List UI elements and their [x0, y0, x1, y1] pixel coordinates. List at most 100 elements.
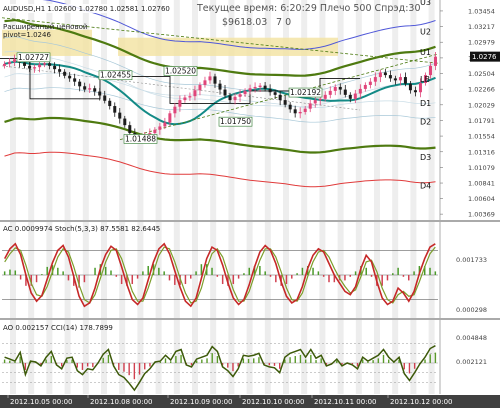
session-bar — [392, 320, 399, 394]
y-tick-label: 1.02504 — [468, 70, 495, 78]
symbol-ohlc-label: AUDUSD,H1 1.02600 1.02780 1.02581 1.0276… — [3, 5, 170, 13]
candle-body — [273, 92, 277, 95]
candle-body — [103, 95, 107, 101]
candle-body — [258, 85, 262, 87]
candle-body — [233, 96, 237, 101]
price-mark-label: 1.01750 — [220, 117, 251, 126]
stoch-title: AC 0.0009974 Stoch(5,3,3) 87.5581 82.644… — [3, 225, 160, 233]
session-bar — [264, 320, 271, 394]
candle-body — [288, 104, 292, 110]
cci-panel[interactable]: AO 0.002157 CCI(14) 178.7899 0.004848 0.0… — [0, 318, 500, 394]
candle-body — [348, 94, 352, 99]
candle-body — [338, 86, 342, 90]
pivot-title: Расширенный ценовой — [3, 23, 87, 31]
session-bar — [283, 222, 289, 318]
candle-body — [93, 88, 97, 92]
y-tick-label: 1.01316 — [468, 148, 495, 156]
session-bar — [28, 222, 35, 318]
candle-body — [48, 63, 52, 66]
candle-body — [188, 96, 192, 98]
candle-body — [33, 67, 37, 69]
session-bar — [410, 222, 417, 318]
candle-body — [318, 98, 322, 101]
session-bar — [10, 222, 16, 318]
session-bar — [264, 222, 271, 318]
candle-body — [128, 125, 132, 134]
session-bar — [210, 320, 217, 394]
last-price-box: 1.0276 — [470, 51, 500, 62]
candle-body — [238, 94, 242, 97]
candle-body — [243, 90, 247, 95]
candle-body — [108, 100, 112, 107]
candle-body — [208, 76, 212, 81]
candle-body — [268, 88, 272, 93]
pivot-level-label: U3 — [420, 0, 431, 7]
session-bar — [337, 222, 344, 318]
x-tick-label: 2012.10.10 00:00 — [242, 398, 304, 406]
session-bar — [374, 0, 380, 220]
zone-rect — [118, 37, 338, 56]
session-bar — [374, 222, 380, 318]
session-bar — [355, 0, 362, 220]
session-bar — [319, 222, 326, 318]
session-bar — [192, 320, 198, 394]
session-bar — [283, 0, 289, 220]
candle-body — [53, 65, 57, 70]
y-tick-label: 1.02029 — [468, 101, 495, 109]
candle-body — [163, 122, 167, 127]
stoch-panel[interactable]: 805020 AC 0.0009974 Stoch(5,3,3) 87.5581… — [0, 220, 500, 318]
stoch-axis-label: 0.000298 — [456, 306, 487, 314]
main-panel[interactable]: 1.02727 1.02455 1.02520 1.02192 1.01750 1.014… — [0, 0, 500, 220]
candle-body — [178, 100, 182, 107]
candle-body — [403, 77, 407, 84]
candle-body — [78, 81, 82, 87]
price-mark-label: 1.02192 — [290, 88, 321, 97]
candle-body — [343, 89, 347, 95]
candle-body — [278, 94, 282, 101]
candle-body — [333, 86, 337, 91]
candle-body — [283, 100, 287, 105]
candle-body — [173, 106, 177, 114]
pivot-level-label: D1 — [420, 99, 431, 108]
candle-body — [373, 77, 377, 82]
candle-body — [298, 111, 302, 114]
candle-body — [248, 88, 252, 91]
session-bar — [428, 320, 435, 394]
candle-body — [213, 76, 217, 84]
candle-body — [408, 83, 412, 91]
candle-body — [38, 64, 42, 68]
session-bar — [264, 0, 271, 220]
candle-body — [293, 109, 297, 114]
candle-body — [118, 112, 122, 119]
price-mark-label: 1.01488 — [125, 134, 156, 143]
candle-body — [313, 100, 317, 104]
candle-body — [123, 118, 127, 126]
y-tick-label: 1.03454 — [468, 7, 495, 15]
pivot-level-label: D3 — [420, 153, 431, 162]
candle-body — [168, 113, 172, 123]
candle-body — [193, 90, 197, 97]
candle-body — [83, 86, 87, 90]
chart-canvas[interactable]: 1.02727 1.02455 1.02520 1.02192 1.01750 1.014… — [0, 0, 500, 408]
candle-body — [88, 88, 92, 90]
candle-body — [3, 63, 7, 66]
candle-body — [323, 94, 327, 99]
session-bar — [319, 0, 326, 220]
candle-body — [433, 56, 437, 66]
x-tick-label: 2012.10.05 00:00 — [10, 398, 72, 406]
candle-body — [183, 97, 187, 101]
candle-body — [13, 59, 17, 62]
candle-body — [393, 78, 397, 81]
candle-body — [378, 72, 382, 78]
candle-body — [383, 72, 387, 76]
candle-body — [353, 93, 357, 99]
candle-body — [43, 63, 47, 65]
chart-window[interactable]: 1.02727 1.02455 1.02520 1.02192 1.01750 1.014… — [0, 0, 500, 408]
x-tick-label: 2012.10.08 00:00 — [90, 398, 152, 406]
session-bar — [228, 320, 235, 394]
cci-title: AO 0.002157 CCI(14) 178.7899 — [3, 324, 113, 332]
y-tick-label: 1.01554 — [468, 133, 495, 141]
candle-body — [8, 61, 12, 64]
candle-body — [63, 71, 67, 76]
session-bar — [392, 0, 399, 220]
